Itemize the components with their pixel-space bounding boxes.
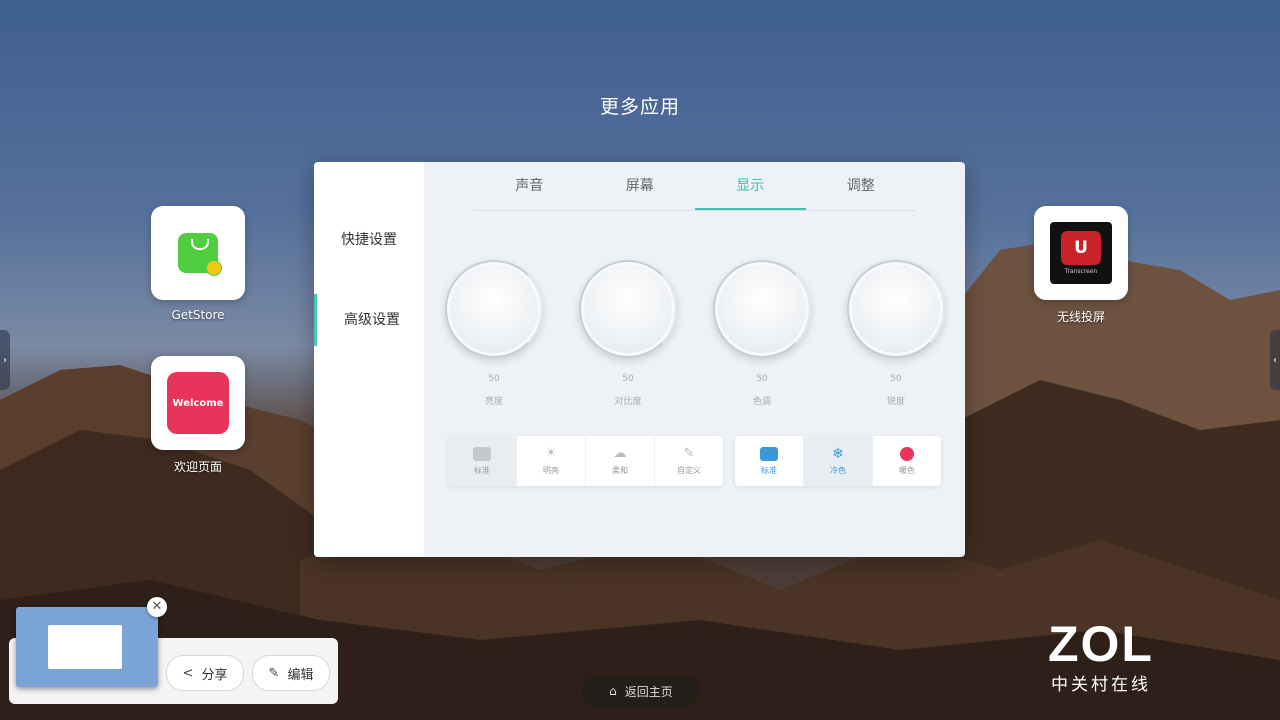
share-label: 分享 <box>201 667 228 683</box>
knob-value: 50 <box>756 374 768 384</box>
mode-label: 明亮 <box>543 465 559 475</box>
tab-sound[interactable]: 声音 <box>474 162 585 210</box>
snowflake-icon: ❄ <box>832 445 844 462</box>
knob-label: 锐度 <box>886 397 905 407</box>
home-icon: ⌂ <box>609 684 617 698</box>
knob-dial[interactable] <box>579 260 677 358</box>
settings-tabs: 声音 屏幕 显示 调整 <box>474 162 916 211</box>
knob-value: 50 <box>488 374 500 384</box>
warm-icon <box>900 446 914 461</box>
pencil-icon: ✎ <box>683 445 695 461</box>
edit-label: 编辑 <box>287 667 314 683</box>
watermark-subtitle: 中关村在线 <box>1050 675 1151 695</box>
knob-value: 50 <box>890 374 902 384</box>
page-title: 更多应用 <box>599 96 680 118</box>
chevron-left-icon: ‹ <box>1273 354 1277 366</box>
welcome-icon-text: Welcome <box>172 397 224 409</box>
mode-label: 暖色 <box>899 465 915 475</box>
mode-label: 柔和 <box>612 465 628 475</box>
home-label: 返回主页 <box>624 684 673 699</box>
color-mode-standard[interactable]: 标准 <box>735 436 804 486</box>
coin-badge-icon <box>206 260 222 276</box>
scene-mode-bright[interactable]: ☀ 明亮 <box>517 436 586 486</box>
knob-brightness[interactable]: 50 亮度 <box>445 260 543 407</box>
standard-icon <box>473 446 491 461</box>
app-welcome-page[interactable]: Welcome 欢迎页面 <box>138 356 258 475</box>
sidebar-item-advanced-settings[interactable]: 高级设置 <box>314 294 427 346</box>
settings-sidebar: 快捷设置 高级设置 <box>314 162 424 557</box>
share-button[interactable]: < 分享 <box>166 655 244 691</box>
pencil-icon: ✎ <box>268 665 280 681</box>
app-tile[interactable]: Welcome <box>151 356 245 450</box>
thumbnail-preview <box>48 625 122 669</box>
knob-value: 50 <box>622 374 634 384</box>
scene-mode-standard[interactable]: 标准 <box>448 436 517 486</box>
watermark-brand: ZOL <box>1048 616 1154 672</box>
shopping-bag-icon <box>178 233 222 276</box>
edit-button[interactable]: ✎ 编辑 <box>252 655 330 691</box>
app-label: GetStore <box>171 308 225 322</box>
knob-hue[interactable]: 50 色调 <box>713 260 811 407</box>
app-label: 无线投屏 <box>1056 310 1105 324</box>
sun-icon: ☀ <box>545 445 557 461</box>
home-button[interactable]: ⌂ 返回主页 <box>582 675 700 707</box>
color-mode-group: 标准 ❄ 冷色 暖色 <box>735 436 941 486</box>
right-edge-handle[interactable]: ‹ <box>1270 330 1280 390</box>
scene-mode-soft[interactable]: ☁ 柔和 <box>586 436 655 486</box>
screenshot-thumbnail[interactable] <box>16 607 158 687</box>
app-tile[interactable]: U Transcreen <box>1034 206 1128 300</box>
cloud-icon: ☁ <box>613 445 627 461</box>
zol-watermark: ZOL 中关村在线 <box>1048 618 1154 695</box>
left-edge-handle[interactable]: › <box>0 330 10 390</box>
mode-label: 自定义 <box>677 465 701 475</box>
knob-dial[interactable] <box>847 260 945 358</box>
tab-display[interactable]: 显示 <box>695 162 806 210</box>
sidebar-item-quick-settings[interactable]: 快捷设置 <box>314 214 424 266</box>
app-getstore[interactable]: GetStore <box>138 206 258 322</box>
knob-label: 亮度 <box>484 397 503 407</box>
scene-mode-custom[interactable]: ✎ 自定义 <box>655 436 723 486</box>
knob-dial[interactable] <box>713 260 811 358</box>
knob-label: 对比度 <box>614 397 642 407</box>
app-wireless-cast[interactable]: U Transcreen 无线投屏 <box>1021 206 1141 325</box>
knob-contrast[interactable]: 50 对比度 <box>579 260 677 407</box>
transcreen-icon: U Transcreen <box>1050 222 1112 284</box>
checked-icon <box>760 446 778 461</box>
share-icon: < <box>182 665 194 681</box>
scene-mode-group: 标准 ☀ 明亮 ☁ 柔和 ✎ 自定义 <box>448 436 723 486</box>
knob-dial[interactable] <box>445 260 543 358</box>
app-label: 欢迎页面 <box>173 460 222 474</box>
mode-label: 标准 <box>474 465 490 475</box>
close-icon[interactable]: ✕ <box>147 597 167 617</box>
knob-sharpness[interactable]: 50 锐度 <box>847 260 945 407</box>
mode-label: 标准 <box>761 465 777 475</box>
tab-adjust[interactable]: 调整 <box>806 162 917 210</box>
welcome-icon: Welcome <box>167 372 229 434</box>
tab-screen[interactable]: 屏幕 <box>585 162 696 210</box>
app-tile[interactable] <box>151 206 245 300</box>
chevron-right-icon: › <box>3 354 7 366</box>
transcreen-icon-text: Transcreen <box>1064 268 1098 275</box>
settings-panel: 快捷设置 高级设置 声音 屏幕 显示 调整 50 亮度 50 对比度 50 色调… <box>314 162 965 557</box>
color-mode-cool[interactable]: ❄ 冷色 <box>804 436 873 486</box>
knob-label: 色调 <box>752 397 771 407</box>
mode-label: 冷色 <box>830 465 846 475</box>
transcreen-logo: U <box>1061 231 1101 265</box>
color-mode-warm[interactable]: 暖色 <box>873 436 941 486</box>
